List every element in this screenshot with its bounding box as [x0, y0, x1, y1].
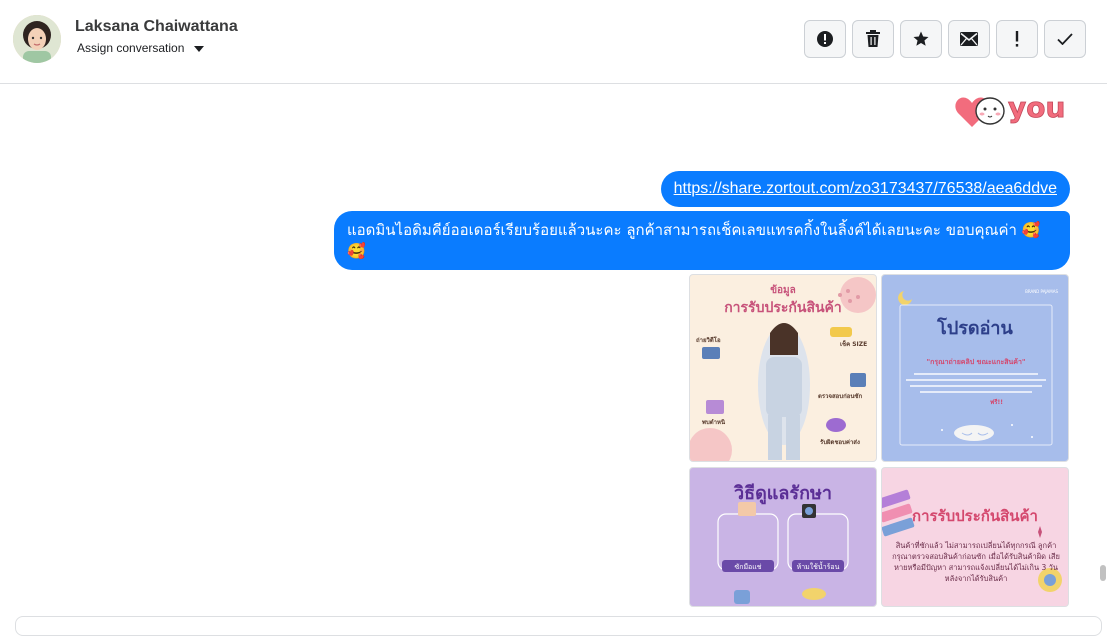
assign-conversation-dropdown[interactable]: Assign conversation [77, 41, 205, 55]
trash-icon [866, 30, 880, 47]
tile-c-label-1: ซักมือแช่ [734, 563, 762, 571]
tile-c-title: วิธีดูแลรักษา [734, 483, 832, 504]
check-icon [1057, 33, 1073, 45]
tile-a-label-2: เช็ค SIZE [840, 341, 868, 348]
order-confirmation-message[interactable]: แอดมินไอดิมคีย์ออเดอร์เรียบร้อยแล้วนะคะ … [334, 211, 1070, 270]
scrollbar-thumb[interactable] [1100, 565, 1106, 581]
image-warranty-info[interactable]: ข้อมูล การรับประกันสินค้า ถ่ายวิดีโอ เช็… [689, 274, 877, 462]
tile-a-title: การรับประกันสินค้า [724, 300, 842, 316]
image-care-instructions[interactable]: วิธีดูแลรักษา ซักมือแช่ ห้ามใช้น้ำร้อน [689, 467, 877, 607]
follow-up-button[interactable] [996, 20, 1038, 58]
mark-done-button[interactable] [1044, 20, 1086, 58]
tracking-link-message[interactable]: https://share.zortout.com/zo3173437/7653… [660, 171, 1070, 207]
exclamation-icon [1015, 31, 1019, 47]
contact-avatar[interactable] [13, 15, 61, 63]
tile-b-brand: BRAND PAJAMAS [1025, 289, 1058, 294]
tile-b-title: โปรดอ่าน [937, 318, 1013, 339]
warranty-policy-illustration [882, 489, 1062, 592]
conversation-header: Laksana Chaiwattana Assign conversation [0, 0, 1107, 84]
caret-down-icon [194, 45, 205, 52]
delete-button[interactable] [852, 20, 894, 58]
star-icon [913, 31, 929, 46]
tile-b-subtitle: "กรุณาถ่ายคลิป ขณะแกะสินค้า" [926, 358, 1026, 366]
envelope-icon [960, 32, 978, 46]
sticker-text: you [1008, 91, 1065, 124]
tile-d-body: สินค้าที่ซักแล้ว ไม่สามารถเปลี่ยนได้ทุกก… [892, 541, 1060, 583]
tile-a-label-4: พบตำหนิ [702, 419, 726, 426]
love-you-sticker[interactable]: you [950, 85, 1070, 135]
tile-b-body-lines [906, 369, 1046, 399]
tile-a-label-3: ตรวจสอบก่อนซัก [818, 393, 863, 400]
mark-unread-button[interactable] [948, 20, 990, 58]
message-composer[interactable] [15, 616, 1102, 636]
tile-d-title: การรับประกันสินค้า [912, 507, 1038, 525]
thread-scrollbar[interactable] [1098, 85, 1106, 605]
tile-a-title-small: ข้อมูล [770, 285, 796, 296]
image-warranty-policy[interactable]: การรับประกันสินค้า สินค้าที่ซักแล้ว ไม่ส… [881, 467, 1069, 607]
tile-a-label-1: ถ่ายวิดีโอ [696, 337, 721, 344]
assign-conversation-label: Assign conversation [77, 41, 185, 55]
spam-button[interactable] [804, 20, 846, 58]
star-button[interactable] [900, 20, 942, 58]
message-thread: you https://share.zortout.com/zo3173437/… [0, 85, 1107, 620]
tile-b-highlight: ฟรี!! [990, 399, 1003, 406]
image-please-read[interactable]: BRAND PAJAMAS โปรดอ่าน "กรุณาถ่ายคลิป ขณ… [881, 274, 1069, 462]
tile-a-label-5: รับผิดชอบค่าส่ง [820, 439, 860, 446]
tile-c-label-2: ห้ามใช้น้ำร้อน [796, 563, 840, 571]
alert-circle-icon [817, 31, 833, 47]
contact-name[interactable]: Laksana Chaiwattana [75, 18, 238, 36]
